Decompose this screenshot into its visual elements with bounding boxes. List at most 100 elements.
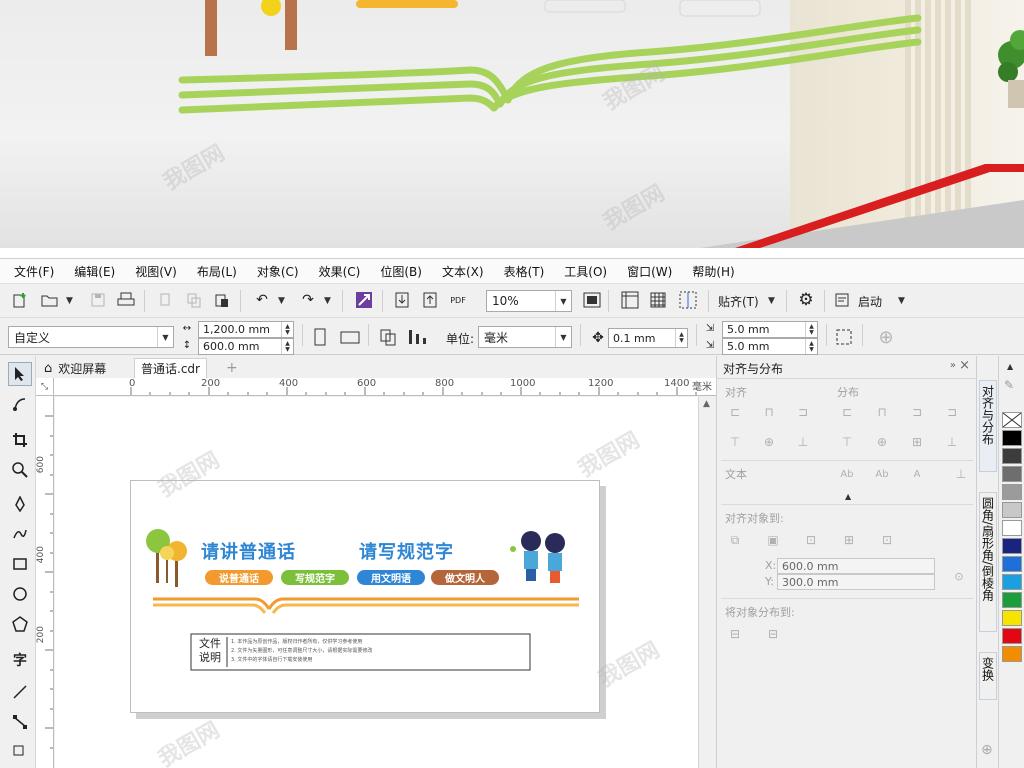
target-point-icon[interactable]: ⊙ (949, 566, 969, 586)
color-swatch[interactable] (1002, 646, 1022, 662)
scroll-up-icon[interactable]: ▲ (703, 399, 710, 409)
menu-view[interactable]: 视图(V) (135, 263, 177, 280)
spin-buttons[interactable]: ▲ ▼ (675, 329, 687, 347)
side-tab-fillet[interactable]: 圆角/扇形角/倒棱角 (979, 492, 997, 632)
color-swatch[interactable] (1002, 556, 1022, 572)
color-swatch[interactable] (1002, 448, 1022, 464)
polygon-tool-icon[interactable] (8, 612, 32, 636)
save-icon[interactable] (86, 288, 110, 312)
parallel-dimension-tool-icon[interactable] (8, 680, 32, 704)
menu-tools[interactable]: 工具(O) (564, 263, 607, 280)
align-left-icon[interactable]: ⊏ (725, 402, 745, 422)
expand-up-icon[interactable]: ▲ (845, 492, 851, 501)
artistic-media-tool-icon[interactable] (8, 522, 32, 546)
gear-icon[interactable]: ⚙ (794, 288, 818, 312)
active-objects-icon[interactable]: ⧉ (725, 530, 745, 550)
distribute-spacing-icon[interactable]: ⊐ (907, 402, 927, 422)
chevron-down-icon[interactable]: ▼ (768, 296, 775, 306)
page-height-input[interactable]: 600.0 mm ▲ ▼ (198, 338, 294, 355)
vertical-ruler[interactable]: 600 400 200 (36, 396, 54, 768)
text-last-baseline-icon[interactable]: Ab (872, 464, 892, 484)
add-docker-icon[interactable]: ⊕ (981, 742, 993, 758)
duplicate-y-input[interactable]: 5.0 mm ▲ ▼ (722, 338, 818, 355)
spin-buttons[interactable]: ▲ ▼ (805, 339, 817, 354)
page-edge-icon[interactable]: ▣ (763, 530, 783, 550)
cut-icon[interactable] (154, 288, 178, 312)
chevron-down-icon[interactable]: ▼ (555, 327, 571, 347)
redo-icon[interactable]: ↷ (296, 288, 320, 312)
units-combo[interactable]: 毫米 ▼ (478, 326, 572, 348)
align-center-vertical-icon[interactable]: ⊕ (759, 432, 779, 452)
show-guidelines-icon[interactable] (676, 288, 700, 312)
treat-as-filled-icon[interactable] (832, 325, 856, 349)
menu-window[interactable]: 窗口(W) (627, 263, 672, 280)
full-screen-icon[interactable] (580, 288, 604, 312)
menu-edit[interactable]: 编辑(E) (74, 263, 115, 280)
chevron-down-icon[interactable]: ▼ (898, 296, 905, 306)
side-tab-align-distribute[interactable]: 对齐与分布 (979, 380, 997, 472)
y-position-input[interactable]: 300.0 mm (777, 574, 935, 590)
rectangle-tool-icon[interactable] (8, 552, 32, 576)
new-tab-plus-icon[interactable]: + (220, 358, 244, 378)
color-swatch[interactable] (1002, 502, 1022, 518)
chevron-down-icon[interactable]: ▼ (157, 327, 173, 347)
no-color-swatch[interactable] (1002, 412, 1022, 428)
horizontal-ruler[interactable]: 0 200 400 600 800 1000 1200 1400 毫米 (54, 378, 716, 396)
add-icon[interactable]: ⊕ (874, 325, 898, 349)
side-tab-transform[interactable]: 变换 (979, 652, 997, 700)
tab-document[interactable]: 普通话.cdr (134, 358, 207, 378)
snap-to-label[interactable]: 贴齐(T) (718, 293, 759, 310)
zoom-tool-icon[interactable] (8, 458, 32, 482)
copy-icon[interactable] (182, 288, 206, 312)
crop-tool-icon[interactable] (8, 428, 32, 452)
color-swatch[interactable] (1002, 466, 1022, 482)
menu-file[interactable]: 文件(F) (14, 263, 54, 280)
x-position-input[interactable]: 600.0 mm (777, 558, 935, 574)
freehand-tool-icon[interactable] (8, 492, 32, 516)
application-launcher-icon[interactable] (830, 288, 854, 312)
spin-buttons[interactable]: ▲ ▼ (281, 339, 293, 354)
ellipse-tool-icon[interactable] (8, 582, 32, 606)
publish-pdf-icon[interactable]: PDF (446, 288, 470, 312)
menu-table[interactable]: 表格(T) (504, 263, 545, 280)
color-swatch[interactable] (1002, 592, 1022, 608)
page-preset-combo[interactable]: 自定义 ▼ (8, 326, 174, 348)
distribute-right-icon[interactable]: ⊐ (942, 402, 962, 422)
menu-object[interactable]: 对象(C) (257, 263, 299, 280)
text-bbox-icon[interactable]: A (907, 464, 927, 484)
ruler-origin[interactable]: ⤡ (36, 378, 54, 396)
paste-icon[interactable] (210, 288, 234, 312)
align-right-icon[interactable]: ⊐ (793, 402, 813, 422)
align-top-icon[interactable]: ⊤ (725, 432, 745, 452)
menu-text[interactable]: 文本(X) (442, 263, 484, 280)
specified-point-icon[interactable]: ⊡ (877, 530, 897, 550)
all-pages-icon[interactable] (376, 325, 400, 349)
collapse-docker-icon[interactable]: » (950, 360, 956, 371)
nudge-distance-input[interactable]: 0.1 mm ▲ ▼ (608, 328, 688, 348)
align-bottom-icon[interactable]: ⊥ (793, 432, 813, 452)
page-center-icon[interactable]: ⊡ (801, 530, 821, 550)
text-first-baseline-icon[interactable]: Ab (837, 464, 857, 484)
distribute-left-icon[interactable]: ⊏ (837, 402, 857, 422)
pick-tool-icon[interactable] (8, 362, 32, 386)
portrait-icon[interactable] (308, 325, 332, 349)
distribute-middle-icon[interactable]: ⊕ (872, 432, 892, 452)
chevron-down-icon[interactable]: ▼ (278, 296, 285, 306)
new-document-icon[interactable] (8, 288, 32, 312)
drop-shadow-tool-icon[interactable] (8, 740, 32, 764)
distribute-bottom-icon[interactable]: ⊥ (942, 432, 962, 452)
show-grid-icon[interactable] (646, 288, 670, 312)
undo-icon[interactable]: ↶ (250, 288, 274, 312)
search-content-icon[interactable] (352, 288, 376, 312)
align-center-horizontal-icon[interactable]: ⊓ (759, 402, 779, 422)
eyedropper-icon[interactable]: ✎ (1004, 378, 1014, 392)
distribute-vspacing-icon[interactable]: ⊞ (907, 432, 927, 452)
show-rulers-icon[interactable] (618, 288, 642, 312)
spin-buttons[interactable]: ▲ ▼ (805, 322, 817, 337)
menu-layout[interactable]: 布局(L) (197, 263, 237, 280)
chevron-down-icon[interactable]: ▼ (555, 291, 571, 311)
menu-help[interactable]: 帮助(H) (692, 263, 734, 280)
drawing-canvas[interactable]: 请讲普通话 请写规范字 说普通话 写规范字 用文明语 做文明人 文件说明 1. … (55, 397, 698, 768)
export-icon[interactable] (418, 288, 442, 312)
landscape-icon[interactable] (338, 325, 362, 349)
